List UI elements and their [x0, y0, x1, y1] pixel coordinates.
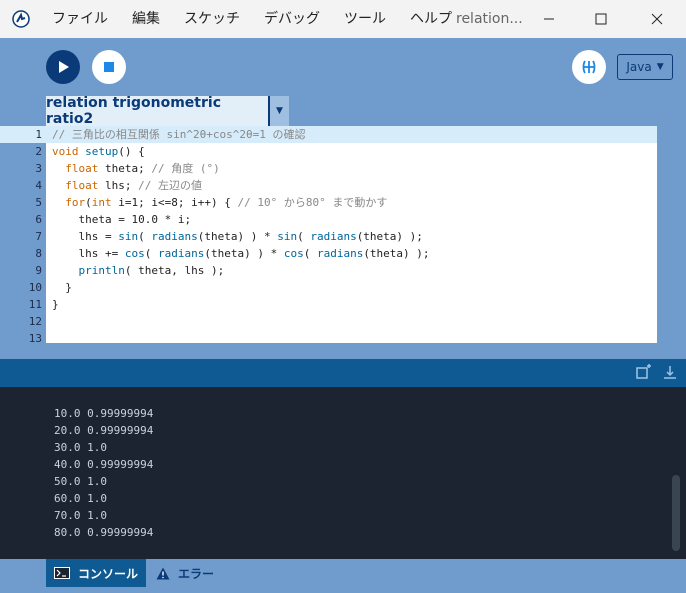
- line-number: 11: [28, 298, 42, 311]
- code-line: // 三角比の相互関係 sin^2θ+cos^2θ=1 の確認: [46, 126, 657, 143]
- console-line: 50.0 1.0: [54, 475, 107, 488]
- run-button[interactable]: [46, 50, 80, 84]
- menu-edit[interactable]: 編集: [120, 0, 172, 38]
- code-line: }: [52, 281, 72, 294]
- debugger-icon: [582, 60, 596, 74]
- minimize-button[interactable]: [526, 0, 572, 38]
- tab-menu-button[interactable]: ▼: [270, 96, 289, 126]
- line-number: 8: [35, 247, 42, 260]
- close-icon: [651, 13, 663, 25]
- stop-button[interactable]: [92, 50, 126, 84]
- line-number: 4: [35, 179, 42, 192]
- mode-label: Java: [626, 60, 652, 74]
- debug-button[interactable]: [572, 50, 606, 84]
- tab-console[interactable]: コンソール: [46, 559, 147, 587]
- warning-icon: [156, 567, 170, 579]
- toolbar: Java ▼: [0, 38, 686, 96]
- console-line: 70.0 1.0: [54, 509, 107, 522]
- maximize-icon: [595, 13, 607, 25]
- console-line: 80.0 0.99999994: [54, 526, 154, 539]
- line-number: 3: [35, 162, 42, 175]
- console-line: 10.0 0.99999994: [54, 407, 154, 420]
- tab-bar: relation trigonometric ratio2 ▼: [0, 95, 686, 127]
- title-bar: ファイル 編集 スケッチ デバッグ ツール ヘルプ relation...: [0, 0, 686, 38]
- menu-file[interactable]: ファイル: [40, 0, 120, 38]
- line-number: 5: [35, 196, 42, 209]
- window-title: relation...: [456, 11, 523, 27]
- tab-sketch[interactable]: relation trigonometric ratio2: [46, 95, 270, 127]
- line-number: 2: [35, 145, 42, 158]
- line-number: 7: [35, 230, 42, 243]
- code-text-area[interactable]: // 三角比の相互関係 sin^2θ+cos^2θ=1 の確認 void setu…: [46, 126, 657, 343]
- errors-tab-label: エラー: [178, 566, 215, 581]
- chevron-down-icon: ▼: [276, 106, 283, 116]
- console-header: [0, 359, 686, 387]
- code-line: lhs = sin( radians(theta) ) * sin( radia…: [52, 230, 423, 243]
- mode-selector[interactable]: Java ▼: [617, 54, 673, 80]
- code-line: for(int i=1; i<=8; i++) { // 10° から80° ま…: [65, 196, 388, 209]
- menu-tools[interactable]: ツール: [332, 0, 398, 38]
- line-number: 1: [35, 128, 42, 141]
- code-line: println( theta, lhs );: [78, 264, 225, 277]
- console-line: 40.0 0.99999994: [54, 458, 154, 471]
- code-line: }: [52, 298, 59, 311]
- stop-icon: [104, 62, 114, 72]
- console-line: 60.0 1.0: [54, 492, 107, 505]
- line-number: 13: [28, 332, 42, 345]
- code-line: void setup() {: [52, 145, 145, 158]
- chevron-down-icon: ▼: [656, 62, 664, 72]
- copy-icon[interactable]: [636, 364, 652, 380]
- line-number: 9: [35, 264, 42, 277]
- code-line: theta = 10.0 * i;: [52, 213, 192, 226]
- footer-bar: コンソール エラー: [0, 559, 686, 593]
- console-tab-label: コンソール: [78, 566, 139, 581]
- maximize-button[interactable]: [578, 0, 624, 38]
- code-line: float lhs; // 左辺の値: [65, 179, 202, 192]
- line-number: 6: [35, 213, 42, 226]
- close-button[interactable]: [634, 0, 680, 38]
- terminal-icon: [54, 567, 70, 579]
- console-scrollbar[interactable]: [672, 475, 680, 551]
- console-line: 20.0 0.99999994: [54, 424, 154, 437]
- clear-console-icon[interactable]: [662, 364, 678, 380]
- line-number-gutter: 1 2 3 4 5 6 7 8 9 10 11 12 13: [0, 126, 46, 345]
- code-line: float theta; // 角度 (°): [65, 162, 220, 175]
- play-icon: [59, 61, 69, 73]
- console-output: 10.0 0.99999994 20.0 0.99999994 30.0 1.0 40…: [0, 387, 686, 559]
- code-line: lhs += cos( radians(theta) ) * cos( radi…: [52, 247, 430, 260]
- processing-logo-icon: [12, 10, 30, 28]
- menu-debug[interactable]: デバッグ: [252, 0, 332, 38]
- menu-sketch[interactable]: スケッチ: [172, 0, 252, 38]
- line-number: 12: [28, 315, 42, 328]
- console-line: 30.0 1.0: [54, 441, 107, 454]
- tab-errors[interactable]: エラー: [148, 559, 222, 587]
- line-number: 10: [28, 281, 42, 294]
- code-editor: 1 2 3 4 5 6 7 8 9 10 11 12 13 // 三角比の相互関係 sin^2θ+cos…: [0, 126, 686, 359]
- menu-help[interactable]: ヘルプ: [398, 0, 464, 38]
- minimize-icon: [544, 18, 554, 20]
- menu-bar: ファイル 編集 スケッチ デバッグ ツール ヘルプ: [40, 0, 464, 38]
